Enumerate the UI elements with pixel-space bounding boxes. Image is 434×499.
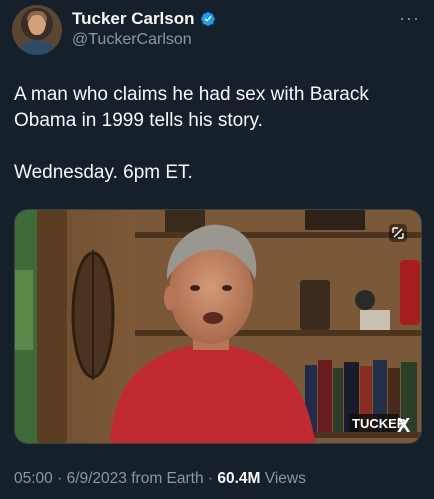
tweet-line: A man who claims he had sex with Barack … bbox=[14, 84, 369, 131]
views-label: Views bbox=[264, 470, 306, 487]
avatar-face bbox=[29, 15, 45, 35]
video-media[interactable]: TUCKER X bbox=[14, 209, 422, 444]
views-count[interactable]: 60.4M bbox=[217, 470, 260, 487]
shelf bbox=[135, 232, 421, 238]
video-frame: TUCKER X bbox=[15, 210, 421, 443]
author-handle[interactable]: @TuckerCarlson bbox=[72, 31, 192, 49]
tweet-text: A man who claims he had sex with Barack … bbox=[14, 82, 419, 186]
watermark-x: X bbox=[397, 415, 411, 437]
media-expand-icon[interactable] bbox=[389, 224, 407, 242]
meta-separator: · bbox=[207, 470, 218, 487]
avatar-shirt bbox=[20, 41, 54, 55]
tweet-time[interactable]: 05:00 bbox=[14, 470, 53, 487]
tweet-meta: 05:00 · 6/9/2023 from Earth · 60.4M View… bbox=[14, 470, 306, 488]
lantern bbox=[400, 260, 420, 325]
verified-badge-icon bbox=[200, 12, 215, 26]
author-name[interactable]: Tucker Carlson bbox=[72, 9, 195, 29]
tweet-source: from Earth bbox=[131, 470, 204, 487]
shelf bbox=[135, 330, 421, 336]
tweet-line: Wednesday. 6pm ET. bbox=[14, 162, 193, 183]
more-icon[interactable]: ··· bbox=[399, 8, 420, 29]
meta-separator: · bbox=[57, 470, 67, 487]
tweet-date[interactable]: 6/9/2023 bbox=[67, 470, 127, 487]
avatar[interactable] bbox=[12, 5, 62, 55]
author-name-row: Tucker Carlson bbox=[72, 9, 216, 29]
